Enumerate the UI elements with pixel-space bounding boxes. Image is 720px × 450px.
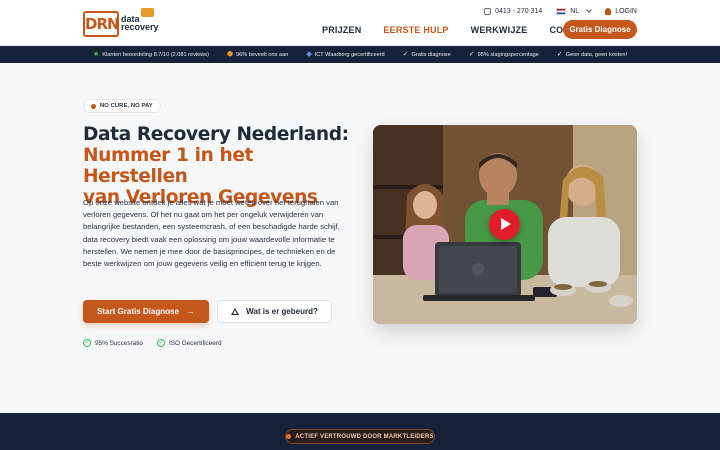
arrow-right-icon: → [186,307,195,316]
check-icon: ✓ [556,51,563,58]
check-icon: ✓ [468,51,475,58]
login-link[interactable]: LOGIN [605,7,637,15]
play-video-button[interactable] [489,209,520,240]
shield-icon: ⬢ [226,51,234,58]
phone-number: 0413 - 270 314 [495,7,543,15]
badge-dot-icon [286,434,292,439]
nav-item-prijzen[interactable]: PRIJZEN [322,24,361,36]
hero-title-line: Data Recovery Nederland: [83,124,349,145]
gratis-diagnose-button[interactable]: Gratis Diagnose [563,20,637,39]
topbar: 0413 - 270 314 NL LOGIN [484,5,637,17]
badge-icon: ◆ [306,51,312,58]
phone-link[interactable]: 0413 - 270 314 [484,7,543,15]
language-selector[interactable]: NL [556,7,593,15]
phone-icon [484,7,492,15]
hero-features: ✓ 95% Succesratio ✓ ISO Gecertificeerd [83,339,222,347]
site-header: DRN data recovery 0413 - 270 314 NL LOGI… [0,0,720,46]
nav-item-eerste-hulp[interactable]: EERSTE HULP [383,24,448,36]
trust-item: ✓ Geen data, geen kosten! [556,51,628,58]
hero-lead: Op onze website ontdek je alles wat je m… [83,198,340,269]
language-label: NL [570,7,580,15]
nav-item-werkwijze[interactable]: WERKWIJZE [471,24,528,36]
star-icon: ★ [92,51,100,58]
login-label: LOGIN [615,7,637,15]
logo-mark: DRN [83,11,120,37]
user-icon [605,7,612,15]
no-cure-no-pay-badge: NO CURE, NO PAY [83,99,161,113]
feature-item: ✓ ISO Gecertificeerd [156,339,222,347]
hero-title: Data Recovery Nederland: Nummer 1 in het… [83,124,363,208]
trust-item: ⬢ 96% beveelt ons aan [226,51,289,58]
check-circle-icon: ✓ [83,339,91,347]
feature-item: ✓ 95% Succesratio [83,339,143,347]
check-circle-icon: ✓ [156,339,165,347]
check-icon: ✓ [402,51,409,58]
hero-title-line: Nummer 1 in het Herstellen [83,145,254,187]
trust-item: ◆ ICT Waarborg gecertificeerd [306,51,385,58]
main-nav: PRIJZEN EERSTE HULP WERKWIJZE CONTACT [322,24,594,36]
trusted-by-badge: ACTIEF VERTROUWD DOOR MARKTLEIDERS [285,429,435,444]
trust-item: ★ Klanten beoordeling 8.7/10 (2.081 revi… [92,51,209,58]
trust-item: ✓ 95% slagingspercentage [468,51,539,58]
trust-strip: ★ Klanten beoordeling 8.7/10 (2.081 revi… [0,46,720,63]
logo-text: data recovery [121,14,159,32]
chevron-down-icon [586,7,593,13]
warning-icon [231,308,240,315]
wat-is-er-gebeurd-button[interactable]: Wat is er gebeurd? [217,300,332,323]
netherlands-flag-icon [556,7,567,15]
logo[interactable]: DRN data recovery [83,8,159,37]
start-gratis-diagnose-button[interactable]: Start Gratis Diagnose → [83,300,209,323]
trust-item: ✓ Gratis diagnose [402,51,451,58]
badge-dot-icon [91,103,96,109]
